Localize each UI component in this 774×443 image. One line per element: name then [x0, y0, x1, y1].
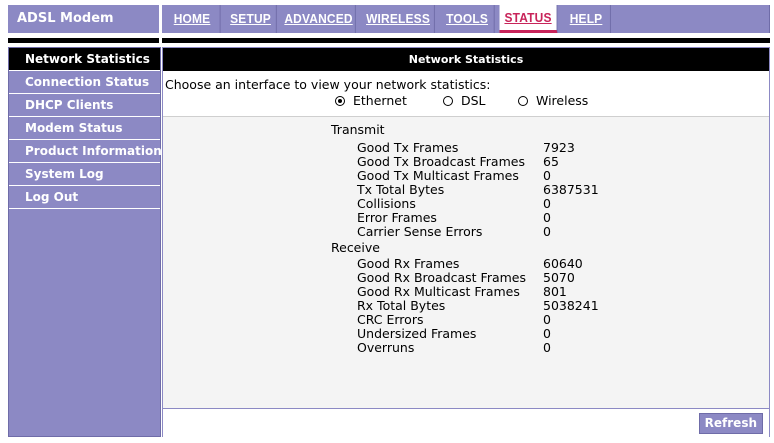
stat-label: Carrier Sense Errors [357, 224, 483, 239]
main-panel: Network Statistics Choose an interface t… [162, 47, 770, 437]
header-rule-left [8, 38, 159, 43]
stat-label: Good Rx Frames [357, 256, 460, 271]
stat-value: 0 [543, 326, 551, 341]
stat-label: Good Tx Multicast Frames [357, 168, 519, 183]
top-bar: ADSL Modem HOME SETUP ADVANCED WIRELESS … [0, 0, 774, 38]
stat-row: Good Tx Multicast Frames 0 [357, 168, 617, 183]
statistics-area: Transmit Good Tx Frames 7923 Good Tx Broa… [163, 116, 769, 409]
stat-value: 7923 [543, 140, 575, 155]
stat-label: Tx Total Bytes [357, 182, 445, 197]
stat-label: Good Rx Multicast Frames [357, 284, 520, 299]
sidebar-item-log-out[interactable]: Log Out [9, 186, 160, 209]
stat-label: Error Frames [357, 210, 437, 225]
tab-setup[interactable]: SETUP [225, 5, 277, 33]
stat-value: 0 [543, 168, 551, 183]
stat-value: 6387531 [543, 182, 599, 197]
tab-tools-label: TOOLS [446, 11, 488, 26]
panel-title: Network Statistics [163, 48, 769, 71]
stat-value: 0 [543, 196, 551, 211]
stat-value: 5038241 [543, 298, 599, 313]
stat-value: 0 [543, 224, 551, 239]
radio-wireless[interactable]: Wireless [518, 93, 588, 108]
radio-unselected-icon[interactable] [443, 96, 453, 106]
stat-row: Overruns 0 [357, 340, 617, 355]
stat-label: Good Tx Frames [357, 140, 459, 155]
stat-row: Good Rx Frames 60640 [357, 256, 617, 271]
stat-row: Error Frames 0 [357, 210, 617, 225]
tab-status[interactable]: STATUS [499, 5, 558, 33]
sidebar-item-connection-status[interactable]: Connection Status [9, 71, 160, 94]
stat-row: Good Tx Frames 7923 [357, 140, 617, 155]
stat-value: 0 [543, 312, 551, 327]
stat-row: Good Rx Multicast Frames 801 [357, 284, 617, 299]
stat-label: Overruns [357, 340, 415, 355]
sidebar-item-modem-status[interactable]: Modem Status [9, 117, 160, 140]
stat-value: 801 [543, 284, 567, 299]
interface-prompt: Choose an interface to view your network… [165, 77, 491, 92]
tab-home-label: HOME [173, 11, 211, 26]
stat-value: 60640 [543, 256, 583, 271]
stat-label: Good Rx Broadcast Frames [357, 270, 527, 285]
stat-row: Good Tx Broadcast Frames 65 [357, 154, 617, 169]
stat-label: CRC Errors [357, 312, 424, 327]
radio-ethernet[interactable]: Ethernet [335, 93, 407, 108]
tab-help-label: HELP [569, 11, 603, 26]
sidebar-item-dhcp-clients[interactable]: DHCP Clients [9, 94, 160, 117]
sidebar: Network Statistics Connection Status DHC… [8, 47, 162, 437]
stat-label: Good Tx Broadcast Frames [357, 154, 525, 169]
tab-advanced[interactable]: ADVANCED [282, 5, 356, 33]
receive-heading: Receive [331, 240, 380, 255]
header-rule-right [162, 38, 770, 43]
stat-row: Carrier Sense Errors 0 [357, 224, 617, 239]
stat-value: 0 [543, 210, 551, 225]
tab-advanced-label: ADVANCED [284, 11, 353, 26]
stat-row: Rx Total Bytes 5038241 [357, 298, 617, 313]
sidebar-item-system-log[interactable]: System Log [9, 163, 160, 186]
tab-wireless-label: WIRELESS [366, 11, 431, 26]
stat-row: Collisions 0 [357, 196, 617, 211]
stat-value: 0 [543, 340, 551, 355]
stat-label: Undersized Frames [357, 326, 477, 341]
radio-wireless-label: Wireless [536, 93, 589, 108]
radio-unselected-icon[interactable] [518, 96, 528, 106]
sidebar-item-product-information[interactable]: Product Information [9, 140, 162, 163]
tab-status-label: STATUS [504, 10, 552, 25]
tab-setup-label: SETUP [230, 11, 271, 26]
radio-selected-icon[interactable] [335, 96, 345, 106]
transmit-heading: Transmit [331, 122, 385, 137]
radio-dsl[interactable]: DSL [443, 93, 486, 108]
stat-row: Undersized Frames 0 [357, 326, 617, 341]
sidebar-item-network-statistics[interactable]: Network Statistics [9, 48, 160, 71]
stat-value: 5070 [543, 270, 575, 285]
panel-footer: Refresh [163, 408, 769, 437]
tab-help[interactable]: HELP [562, 5, 611, 33]
tab-home[interactable]: HOME [164, 5, 221, 33]
stat-row: Good Rx Broadcast Frames 5070 [357, 270, 617, 285]
radio-ethernet-label: Ethernet [353, 93, 407, 108]
stat-label: Rx Total Bytes [357, 298, 446, 313]
radio-dsl-label: DSL [461, 93, 486, 108]
stat-row: CRC Errors 0 [357, 312, 617, 327]
stat-label: Collisions [357, 196, 416, 211]
interface-chooser: Choose an interface to view your network… [163, 77, 769, 119]
refresh-button[interactable]: Refresh [698, 413, 763, 434]
stat-value: 65 [543, 154, 559, 169]
tab-wireless[interactable]: WIRELESS [362, 5, 435, 33]
tab-tools[interactable]: TOOLS [440, 5, 495, 33]
main-nav: HOME SETUP ADVANCED WIRELESS TOOLS STATU… [162, 5, 770, 33]
stat-row: Tx Total Bytes 6387531 [357, 182, 617, 197]
brand-title: ADSL Modem [8, 5, 159, 33]
